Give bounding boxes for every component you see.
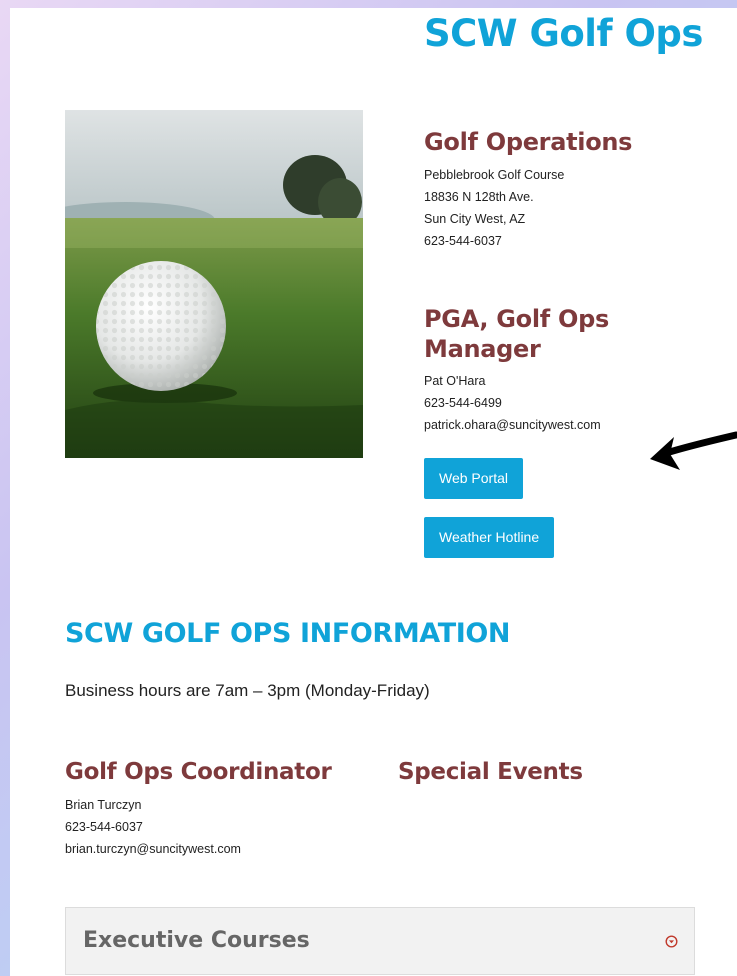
coordinator-name: Brian Turczyn <box>65 798 142 812</box>
operations-phone: 623-544-6037 <box>424 234 502 248</box>
web-portal-button[interactable]: Web Portal <box>424 458 523 499</box>
special-events-section: Special Events <box>398 756 583 788</box>
manager-name: Pat O'Hara <box>424 374 486 388</box>
special-events-heading: Special Events <box>398 759 583 785</box>
golf-operations-heading: Golf Operations <box>424 128 633 156</box>
chevron-down-circle-icon[interactable] <box>665 935 678 948</box>
business-hours: Business hours are 7am – 3pm (Monday-Fri… <box>65 681 430 700</box>
city-state: Sun City West, AZ <box>424 212 526 226</box>
page-content: SCW Golf Ops Golf Operations Pebblebrook… <box>10 8 737 976</box>
golf-ball-image <box>65 110 363 458</box>
manager-section: PGA, Golf Ops Manager Pat O'Hara 623-544… <box>424 304 724 436</box>
manager-heading: PGA, Golf Ops Manager <box>424 305 609 363</box>
info-section-title: SCW GOLF OPS INFORMATION <box>65 618 511 649</box>
golf-ball-photo <box>65 110 363 458</box>
weather-hotline-button[interactable]: Weather Hotline <box>424 517 555 558</box>
golf-operations-details: Pebblebrook Golf Course 18836 N 128th Av… <box>424 164 724 252</box>
golf-operations-section: Golf Operations Pebblebrook Golf Course … <box>424 126 724 252</box>
executive-courses-accordion[interactable]: Executive Courses <box>65 907 695 975</box>
coordinator-section: Golf Ops Coordinator Brian Turczyn 623-5… <box>65 756 385 860</box>
page-title: SCW Golf Ops <box>424 12 703 56</box>
coordinator-phone: 623-544-6037 <box>65 820 143 834</box>
page-title-text: SCW Golf Ops <box>424 12 703 55</box>
manager-phone: 623-544-6499 <box>424 396 502 410</box>
coordinator-details: Brian Turczyn 623-544-6037 brian.turczyn… <box>65 794 385 860</box>
pointer-arrow-icon <box>650 431 737 470</box>
street-address: 18836 N 128th Ave. <box>424 190 534 204</box>
coordinator-heading: Golf Ops Coordinator <box>65 759 332 785</box>
course-name: Pebblebrook Golf Course <box>424 168 565 182</box>
accordion-label: Executive Courses <box>83 928 310 953</box>
coordinator-email: brian.turczyn@suncitywest.com <box>65 842 241 856</box>
